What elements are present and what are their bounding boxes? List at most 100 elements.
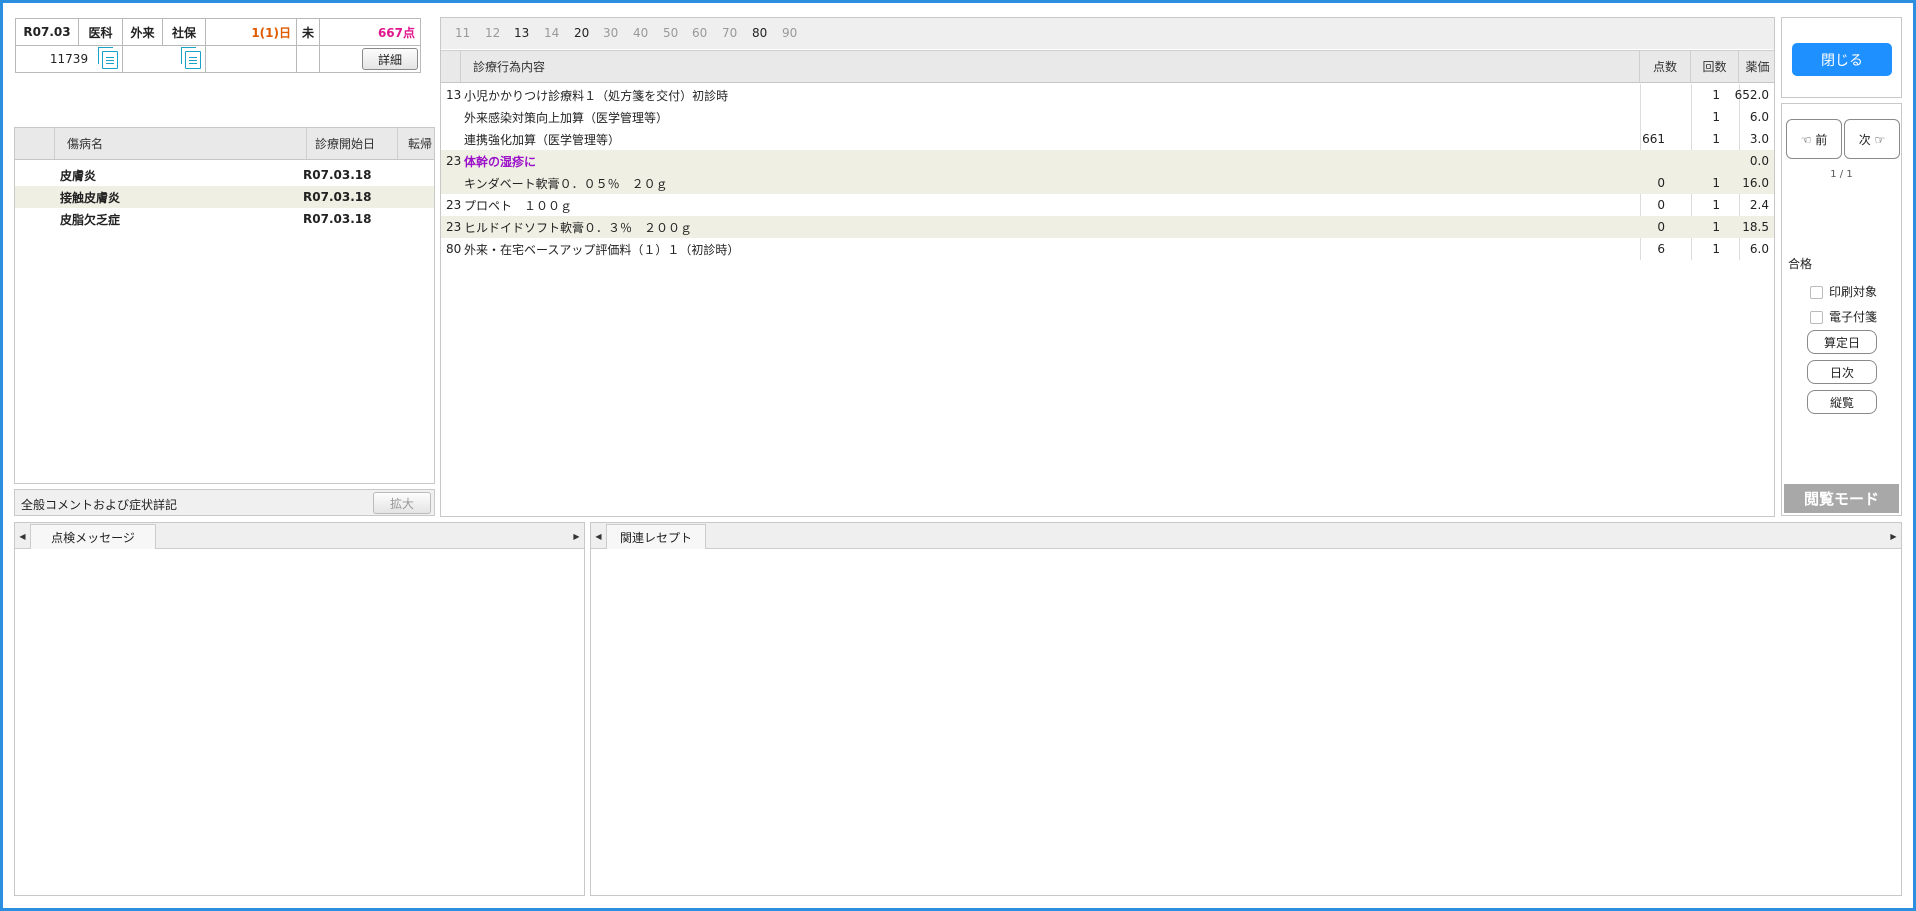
row-points: 6 [1657,242,1665,256]
code-tab[interactable]: 50 [663,26,678,40]
row-points: 0 [1657,198,1665,212]
result-label: 合格 [1788,257,1813,271]
table-row[interactable]: キンダベート軟膏０．０５％ ２０ｇ 0 1 16.0 [441,172,1774,194]
row-price: 6.0 [1749,242,1769,256]
row-code: 23 [446,220,462,234]
prev-button[interactable]: ☜ 前 [1786,119,1842,159]
copy-icon[interactable] [98,47,118,69]
calc-day-button[interactable]: 算定日 [1807,330,1877,354]
check-message-tabbar: ◀ 点検メッセージ ▶ [15,523,584,549]
table-row[interactable]: 13 小児かかりつけ診療料１（処方箋を交付）初診時 1 652.0 [441,84,1774,106]
disease-panel: 傷病名 診療開始日 転帰 皮膚炎 R07.03.18 接触皮膚炎 R07.03.… [14,127,435,484]
code-tab[interactable]: 14 [544,26,559,40]
table-row[interactable]: 23 ヒルドイドソフト軟膏０．３％ ２００ｇ 0 1 18.5 [441,216,1774,238]
print-target-label: 印刷対象 [1829,285,1878,299]
claim-date: R07.03 [15,18,79,46]
row-content: 連携強化加算（医学管理等） [464,132,621,147]
row-price: 16.0 [1742,176,1769,190]
disease-start: R07.03.18 [303,190,372,204]
disease-name: 皮膚炎 [60,168,97,183]
code-tab[interactable]: 90 [782,26,797,40]
daily-button[interactable]: 日次 [1807,360,1877,384]
table-row[interactable]: 80 外来・在宅ベースアップ評価料（１）１（初診時） 6 1 6.0 [441,238,1774,260]
claim-days: 1(1)日 [205,18,297,46]
row-code: 23 [446,154,462,168]
scroll-right-icon[interactable]: ▶ [1887,526,1900,546]
table-row[interactable]: 23 体幹の湿疹に 0.0 [441,150,1774,172]
row-price: 3.0 [1749,132,1769,146]
row-points: 661 [1642,132,1665,146]
claim-header: R07.03 医科 外来 社保 1(1)日 未 667点 11739 詳細 [15,18,422,73]
table-row[interactable]: 連携強化加算（医学管理等） 661 1 3.0 [441,128,1774,150]
detail-button[interactable]: 詳細 [362,48,419,70]
table-row[interactable]: 23 プロペト １００ｇ 0 1 2.4 [441,194,1774,216]
code-tab[interactable]: 40 [633,26,648,40]
row-price: 2.4 [1749,198,1769,212]
expand-button[interactable]: 拡大 [373,492,431,514]
scroll-right-icon[interactable]: ▶ [570,526,583,546]
code-tab[interactable]: 30 [603,26,618,40]
scroll-left-icon[interactable]: ◀ [592,526,605,546]
row-price: 18.5 [1742,220,1769,234]
row-content: 体幹の湿疹に [464,154,537,169]
claim-type: 外来 [122,18,163,46]
e-tag-checkbox[interactable]: 電子付箋 [1810,308,1877,325]
table-row[interactable]: 皮脂欠乏症 R07.03.18 [15,208,434,230]
comment-bar: 全般コメントおよび症状詳記 拡大 [14,489,435,516]
row-code: 13 [446,88,462,102]
tab-label: 点検メッセージ [51,530,135,545]
row-count: 1 [1712,242,1720,256]
hand-left-icon: ☜ [1800,132,1812,147]
row-points: 0 [1657,176,1665,190]
treatment-list: 13 小児かかりつけ診療料１（処方箋を交付）初診時 1 652.0 外来感染対策… [441,84,1774,264]
row-price: 652.0 [1734,88,1769,102]
scroll-left-icon[interactable]: ◀ [16,526,29,546]
related-receipt-panel: ◀ 関連レセプト ▶ [590,522,1902,896]
row-content: プロペト １００ｇ [464,198,573,213]
treatment-table-header: 診療行為内容 点数 回数 薬価 [441,50,1774,83]
prev-label: 前 [1815,132,1828,147]
copy-icon[interactable] [181,47,201,69]
row-points: 0 [1657,220,1665,234]
related-receipt-tabbar: ◀ 関連レセプト ▶ [591,523,1901,549]
checkbox-icon [1810,311,1823,324]
col-outcome: 転帰 [408,137,433,151]
tab-check-message[interactable]: 点検メッセージ [30,524,156,549]
row-price: 0.0 [1749,154,1769,168]
row-code: 80 [446,242,462,256]
code-tab[interactable]: 70 [722,26,737,40]
claim-insurance: 社保 [162,18,206,46]
page-indicator: 1 / 1 [1830,169,1853,180]
table-row[interactable]: 接触皮膚炎 R07.03.18 [15,186,434,208]
hand-right-icon: ☞ [1874,132,1886,147]
row-count: 1 [1712,110,1720,124]
next-button[interactable]: 次 ☞ [1844,119,1900,159]
code-tab[interactable]: 60 [692,26,707,40]
disease-name: 接触皮膚炎 [60,190,121,205]
close-button[interactable]: 閉じる [1792,43,1892,76]
row-count: 1 [1712,132,1720,146]
code-tab[interactable]: 13 [514,26,529,40]
row-count: 1 [1712,220,1720,234]
code-tab[interactable]: 12 [485,26,500,40]
code-tab[interactable]: 11 [455,26,470,40]
print-target-checkbox[interactable]: 印刷対象 [1810,283,1877,300]
col-start-date: 診療開始日 [307,128,398,159]
code-tab[interactable]: 20 [574,26,589,40]
checkbox-icon [1810,286,1823,299]
disease-start: R07.03.18 [303,212,372,226]
row-count: 1 [1712,176,1720,190]
row-content: 外来・在宅ベースアップ評価料（１）１（初診時） [464,242,740,257]
row-content: ヒルドイドソフト軟膏０．３％ ２００ｇ [464,220,693,235]
table-row[interactable]: 外来感染対策向上加算（医学管理等） 1 6.0 [441,106,1774,128]
code-tab[interactable]: 80 [752,26,767,40]
tab-related-receipt[interactable]: 関連レセプト [606,524,706,549]
col-count: 回数 [1691,51,1739,82]
tab-label: 関連レセプト [619,530,692,545]
vertical-view-button[interactable]: 縦覧 [1807,390,1877,414]
next-label: 次 [1858,132,1871,147]
col-price: 薬価 [1745,60,1770,74]
col-disease-name: 傷病名 [55,128,307,159]
table-row[interactable]: 皮膚炎 R07.03.18 [15,164,434,186]
claim-status: 未 [295,18,321,46]
